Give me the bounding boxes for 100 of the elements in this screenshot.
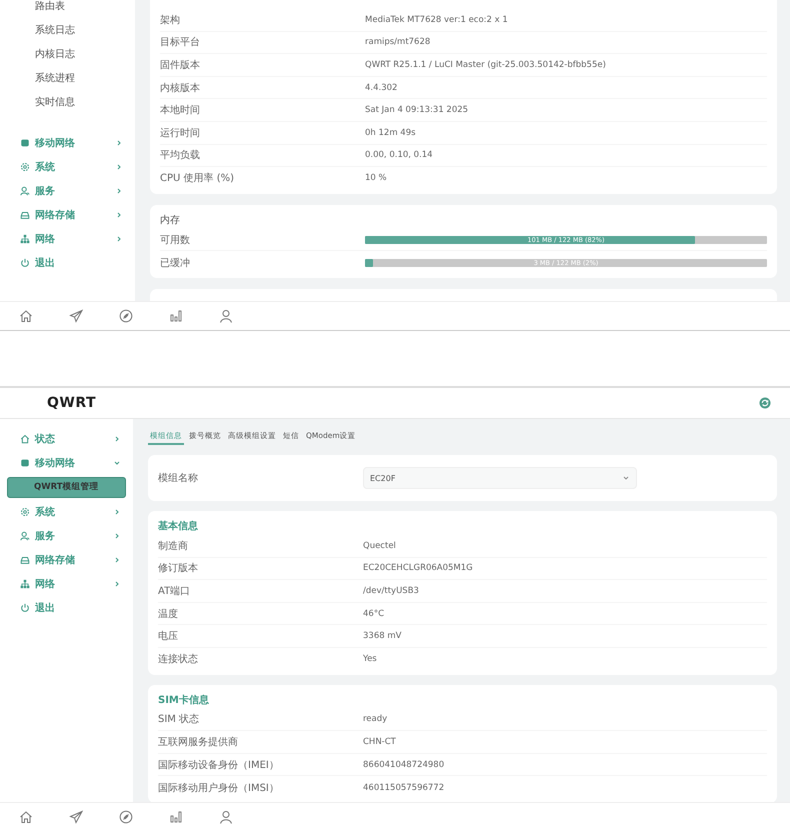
field-value: MediaTek MT7628 ver:1 eco:2 x 1 (365, 14, 508, 25)
drive-icon (20, 555, 30, 565)
sidebar-item[interactable]: 移动网络 (0, 131, 135, 155)
chevron-right-icon (113, 580, 121, 588)
field-value: ready (363, 714, 388, 724)
chevron-down-icon (113, 459, 121, 467)
sidebar-item-label: 移动网络 (35, 136, 76, 150)
field-value: Quectel (363, 540, 396, 551)
sidebar-item[interactable]: 服务 (0, 524, 133, 548)
home-icon (20, 434, 30, 444)
chevron-right-icon (113, 532, 121, 540)
sidebar-item[interactable]: 退出 (0, 596, 133, 620)
sidebar-item[interactable]: 服务 (0, 179, 135, 203)
chevron-right-icon (115, 211, 123, 219)
field-label: SIM 状态 (158, 712, 200, 726)
user-icon (20, 186, 30, 196)
home-icon[interactable] (19, 309, 33, 323)
chevron-right-icon (113, 435, 121, 443)
field-value: /dev/ttyUSB3 (363, 586, 419, 596)
sidebar-item-label: 系统 (35, 160, 56, 174)
chevron-down-icon (622, 474, 630, 482)
chevron-right-icon (115, 139, 123, 147)
field-label: 国际移动设备身份（IMEI） (158, 758, 280, 772)
sidebar-item[interactable]: 系统 (0, 155, 135, 179)
power-icon (20, 603, 30, 613)
network-icon (20, 234, 30, 244)
refresh-icon[interactable] (759, 397, 771, 409)
sidebar-item[interactable]: 状态 (0, 427, 133, 451)
field-value: 0h 12m 49s (365, 128, 416, 138)
compass-icon[interactable] (119, 309, 133, 323)
compass-icon[interactable] (119, 810, 133, 824)
sidebar-item-label: 退出 (35, 256, 56, 270)
field-label: 修订版本 (158, 562, 199, 576)
field-value: QWRT R25.1.1 / LuCI Master (git-25.003.50142-bfbb55e) (365, 60, 606, 70)
sidebar-item-label: 网络 (35, 578, 56, 591)
chevron-right-icon (115, 187, 123, 195)
field-value: 10 % (365, 173, 387, 184)
field-value: Yes (363, 654, 377, 664)
field-value: 866041048724980 (363, 760, 444, 770)
sidebar-item[interactable]: 网络 (0, 227, 135, 251)
field-value: EC20CEHCLGR06A05M1G (363, 563, 473, 574)
sidebar-subitem[interactable]: 实时信息 (0, 97, 135, 109)
field-value: 3368 mV (363, 631, 402, 642)
sidebar-item[interactable]: 退出 (0, 251, 135, 275)
section-title: SIM卡信息 (158, 694, 210, 708)
field-label: 已缓冲 (160, 256, 191, 270)
field-label: 可用数 (160, 234, 191, 247)
section-title: 基本信息 (158, 520, 199, 534)
field-value: CHN-CT (363, 736, 396, 747)
field-value: 0.00, 0.10, 0.14 (365, 150, 433, 160)
sidebar-subitem[interactable]: 系统进程 (0, 73, 135, 85)
sidebar-item-label: 网络 (35, 232, 56, 246)
field-value: 460115057596772 (363, 782, 444, 793)
sidebar-item[interactable]: 系统 (0, 500, 133, 524)
sidebar-item-label: 网络存储 (35, 554, 76, 567)
bar-chart-icon[interactable] (169, 810, 183, 824)
field-label: 运行时间 (160, 126, 201, 140)
field-label: 温度 (158, 608, 179, 621)
bar-chart-icon[interactable] (169, 309, 183, 323)
user-icon[interactable] (219, 309, 233, 323)
sidebar-item-label: 退出 (35, 602, 56, 615)
power-icon (20, 258, 30, 268)
sidebar-item[interactable]: 网络存储 (0, 548, 133, 572)
field-label: CPU 使用率 (%) (160, 172, 235, 186)
chevron-right-icon (115, 163, 123, 171)
field-label: 制造商 (158, 540, 189, 553)
chevron-right-icon (113, 556, 121, 564)
sidebar-item[interactable]: 网络 (0, 572, 133, 596)
sidebar-item-label: 服务 (35, 530, 56, 543)
sidebar-subitem[interactable]: 系统日志 (0, 25, 135, 37)
chevron-right-icon (115, 235, 123, 243)
network-icon (20, 579, 30, 589)
field-label: 平均负载 (160, 148, 201, 162)
sidebar-subitem[interactable]: QWRT模组管理 (7, 477, 126, 498)
sidebar-item-label: 状态 (35, 432, 56, 446)
field-value: 46°C (363, 608, 384, 619)
module-select[interactable]: EC20F (363, 467, 637, 489)
sidebar-item-label: 网络存储 (35, 208, 76, 222)
sidebar-item-label: 系统 (35, 506, 56, 519)
field-label: AT端口 (158, 584, 192, 598)
field-label: 模组名称 (158, 472, 199, 485)
field-value: ramips/mt7628 (365, 37, 430, 48)
sidebar-subitem[interactable]: 路由表 (0, 1, 135, 13)
home-icon[interactable] (19, 810, 33, 824)
field-label: 国际移动用户身份（IMSI） (158, 782, 280, 795)
user-icon (20, 531, 30, 541)
sidebar-subitem[interactable]: 内核日志 (0, 49, 135, 61)
field-label: 电压 (158, 630, 179, 644)
user-icon[interactable] (219, 810, 233, 824)
send-icon[interactable] (69, 810, 83, 824)
send-icon[interactable] (69, 309, 83, 323)
field-label: 本地时间 (160, 104, 201, 118)
field-label: 内核版本 (160, 82, 201, 95)
field-label: 架构 (160, 14, 181, 27)
sidebar-item-label: 移动网络 (35, 456, 76, 470)
sidebar-item[interactable]: 移动网络 (0, 451, 133, 475)
field-label: 连接状态 (158, 652, 199, 666)
field-value: Sat Jan 4 09:13:31 2025 (365, 105, 468, 116)
logo: QWRT (47, 395, 96, 411)
sidebar-item[interactable]: 网络存储 (0, 203, 135, 227)
